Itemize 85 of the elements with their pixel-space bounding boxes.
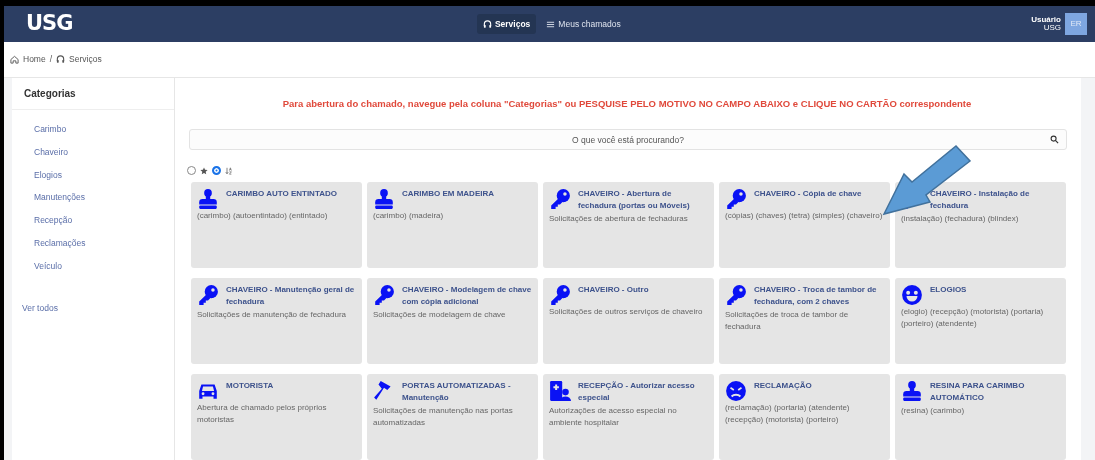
list-icon — [546, 19, 556, 29]
card-title: PORTAS AUTOMATIZADAS - Manutenção — [402, 380, 512, 404]
card-title: MOTORISTA — [226, 380, 274, 392]
card-description: Solicitações de troca de tambor de fechadura — [725, 309, 850, 334]
card-description: (carimbo) (autoentintado) (entintado) — [197, 210, 329, 222]
card-title: RECEPÇÃO - Autorizar acesso especial — [578, 380, 696, 404]
category-link[interactable]: Veículo — [12, 254, 62, 278]
stamp-icon — [901, 380, 923, 402]
angry-face-icon — [725, 380, 747, 402]
service-card[interactable]: CHAVEIRO - Abertura de fechadura (portas ou Móveis) Solicitações de abertura de fechaduras — [543, 182, 714, 268]
user-org: USG — [1042, 24, 1061, 32]
card-title: CHAVEIRO - Cópia de chave — [754, 188, 862, 200]
key-icon — [549, 188, 571, 210]
category-link[interactable]: Carimbo — [12, 118, 67, 141]
category-link[interactable]: Elogios — [12, 163, 62, 187]
logo: USG — [26, 10, 73, 38]
card-title: RECLAMAÇÃO — [754, 380, 812, 392]
card-description: Solicitações de outros serviços de chaveiro — [549, 306, 704, 318]
service-card[interactable]: CHAVEIRO - Manutenção geral de fechadura Solicitações de manutenção de fechadura — [191, 278, 362, 364]
card-title: ELOGIOS — [930, 284, 967, 296]
radio-button[interactable] — [187, 166, 196, 175]
nav-link[interactable]: Meus chamados — [540, 13, 627, 35]
key-icon — [725, 188, 747, 210]
service-card[interactable]: PORTAS AUTOMATIZADAS - Manutenção Solicitações de manutenção nas portas automatizadas — [367, 374, 538, 460]
service-card[interactable]: CHAVEIRO - Outro Solicitações de outros serviços de chaveiro — [543, 278, 714, 364]
card-title: CARIMBO EM MADEIRA — [402, 188, 494, 200]
service-card[interactable]: MOTORISTA Abertura de chamado pelos próprios motoristas — [191, 374, 362, 460]
service-card[interactable]: CARIMBO EM MADEIRA (carimbo) (madeira) — [367, 182, 538, 268]
smiley-face-icon — [901, 284, 923, 306]
card-description: Abertura de chamado pelos próprios motoristas — [197, 402, 328, 426]
card-description: (resina) (carimbo) — [901, 405, 966, 418]
breadcrumb-link[interactable]: Home — [10, 53, 46, 66]
service-card[interactable]: ELOGIOS (elogio) (recepção) (motorista) (portaria) (porteiro) (atendente) — [895, 278, 1066, 364]
headset-icon — [482, 19, 492, 29]
category-link[interactable]: Reclamações — [12, 231, 86, 255]
instruction-text: Para abertura do chamado, navegue pela coluna "Categorias" ou PESQUISE PELO MOTIVO NO CAMPO ABAIXO e CLIQUE NO CARTÃO correspondente — [281, 97, 973, 111]
sidebar-title: Categorias — [12, 78, 174, 110]
card-title: CHAVEIRO - Modelagem de chave com cópia adicional — [402, 284, 532, 308]
card-title: CHAVEIRO - Manutenção geral de fechadura — [226, 284, 356, 308]
user-name: Usuário — [1031, 16, 1061, 24]
breadcrumb-link[interactable]: Serviços — [56, 53, 102, 66]
key-icon — [725, 284, 747, 306]
sort-icon — [225, 166, 233, 175]
radio-button[interactable] — [212, 166, 221, 175]
card-description: (reclamação) (portaria) (atendente) (recepção) (motorista) (porteiro) — [725, 402, 851, 426]
service-card[interactable]: CHAVEIRO - Instalação de fechadura (instalação) (fechadura) (blindex) — [895, 182, 1066, 268]
view-all-link[interactable]: Ver todos — [12, 297, 58, 320]
search-field[interactable]: O que você está procurando? — [189, 129, 1067, 150]
service-card[interactable]: RECLAMAÇÃO (reclamação) (portaria) (atendente) (recepção) (motorista) (porteiro) — [719, 374, 890, 460]
service-card[interactable]: CHAVEIRO - Modelagem de chave com cópia adicional Solicitações de modelagem de chave — [367, 278, 538, 364]
service-card[interactable]: CHAVEIRO - Troca de tambor de fechadura, com 2 chaves Solicitações de troca de tambor de fechadura — [719, 278, 890, 364]
card-description: Solicitações de manutenção de fechadura — [197, 309, 347, 322]
stamp-icon — [197, 188, 219, 210]
breadcrumb-separator: / — [49, 53, 53, 66]
key-icon — [373, 284, 395, 306]
headset-icon — [56, 55, 66, 64]
card-description: Solicitações de manutenção nas portas automatizadas — [373, 405, 514, 430]
card-title: RESINA PARA CARIMBO AUTOMÁTICO — [930, 380, 1026, 404]
card-title: CHAVEIRO - Troca de tambor de fechadura, com 2 chaves — [754, 284, 878, 308]
category-link[interactable]: Chaveiro — [12, 140, 69, 164]
card-description: Solicitações de modelagem de chave — [373, 309, 507, 322]
card-title: CHAVEIRO - Instalação de fechadura — [930, 188, 1031, 212]
service-card[interactable]: RECEPÇÃO - Autorizar acesso especial Autorizações de acesso especial no ambiente hospitalar — [543, 374, 714, 460]
search-icon — [1050, 135, 1059, 144]
card-description: (carimbo) (madeira) — [373, 210, 445, 222]
stamp-icon — [373, 188, 395, 210]
category-link[interactable]: Manutenções — [12, 186, 86, 209]
card-description: (elogio) (recepção) (motorista) (portaria) (porteiro) (atendente) — [901, 306, 1045, 330]
key-icon — [197, 284, 219, 306]
home-icon — [10, 55, 19, 64]
card-description: (instalação) (fechadura) (blindex) — [901, 213, 1020, 226]
card-description: Solicitações de abertura de fechaduras — [549, 213, 689, 226]
key-icon — [549, 284, 571, 306]
service-card[interactable]: RESINA PARA CARIMBO AUTOMÁTICO (resina) (carimbo) — [895, 374, 1066, 460]
id-card-person-icon — [549, 380, 571, 402]
service-card[interactable]: CARIMBO AUTO ENTINTADO (carimbo) (autoentintado) (entintado) — [191, 182, 362, 268]
category-link[interactable]: Recepção — [12, 209, 73, 232]
star-icon — [200, 166, 208, 175]
card-description: Autorizações de acesso especial no ambiente hospitalar — [549, 405, 678, 430]
card-title: CARIMBO AUTO ENTINTADO — [226, 188, 337, 200]
card-description: (cópias) (chaves) (tetra) (simples) (chaveiro) — [725, 210, 884, 222]
card-title: CHAVEIRO - Outro — [578, 284, 649, 296]
service-card[interactable]: CHAVEIRO - Cópia de chave (cópias) (chaves) (tetra) (simples) (chaveiro) — [719, 182, 890, 268]
nav-link[interactable]: Serviços — [476, 13, 537, 35]
card-title: CHAVEIRO - Abertura de fechadura (portas ou Móveis) — [578, 188, 691, 212]
